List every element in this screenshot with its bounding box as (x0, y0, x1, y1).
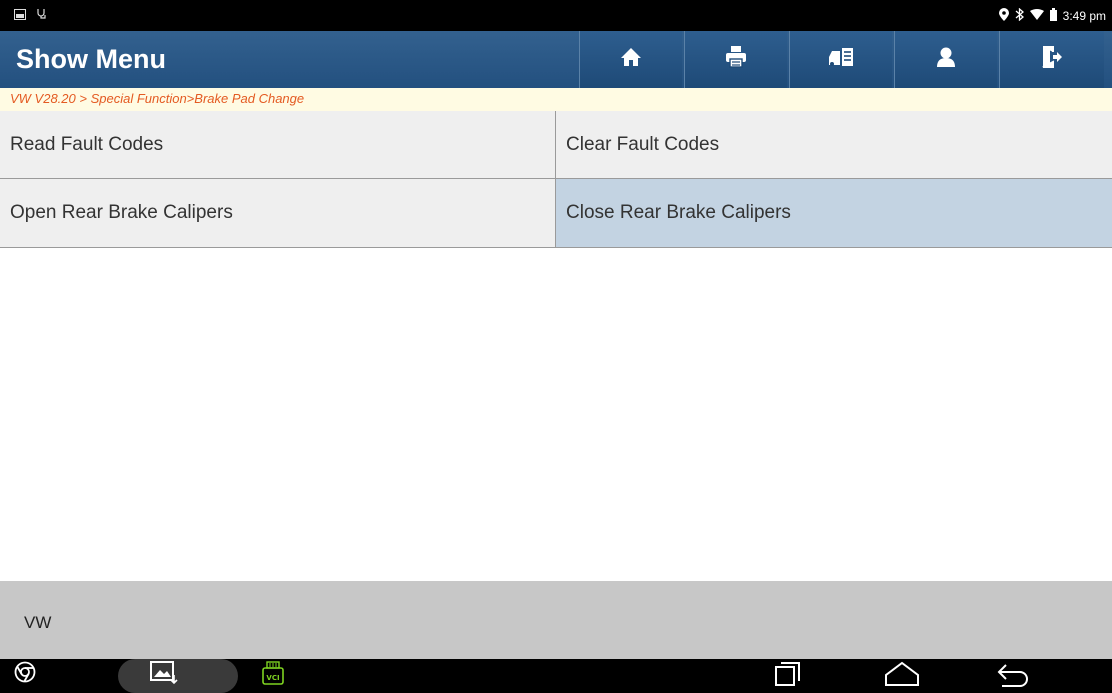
vehicle-name: VW (24, 613, 52, 632)
breadcrumb: VW V28.20 > Special Function>Brake Pad C… (0, 88, 1112, 111)
status-bar: 3:49 pm (0, 0, 1112, 31)
exit-icon (1042, 46, 1062, 73)
function-menu: Read Fault Codes Clear Fault Codes Open … (0, 111, 1112, 248)
menu-item-label: Read Fault Codes (10, 133, 164, 155)
print-icon (726, 46, 746, 73)
back-icon (996, 661, 1030, 692)
menu-item-label: Close Rear Brake Calipers (566, 202, 791, 223)
menu-item-open-rear-brake-calipers[interactable]: Open Rear Brake Calipers (0, 179, 556, 247)
menu-item-clear-fault-codes[interactable]: Clear Fault Codes (556, 111, 1112, 178)
gallery-icon (150, 661, 178, 690)
stethoscope-icon (36, 7, 48, 25)
wifi-icon (1029, 8, 1044, 24)
menu-item-label: Open Rear Brake Calipers (10, 202, 233, 223)
exit-button[interactable] (999, 31, 1104, 88)
vci-icon: VCI (262, 661, 284, 690)
menu-row: Open Rear Brake Calipers Close Rear Brak… (0, 179, 1112, 248)
home-nav-button[interactable] (884, 661, 920, 692)
menu-item-label: Clear Fault Codes (566, 133, 720, 155)
menu-item-read-fault-codes[interactable]: Read Fault Codes (0, 111, 556, 178)
recent-apps-button[interactable] (775, 661, 801, 692)
header: Show Menu (0, 31, 1112, 88)
home-icon (620, 47, 642, 72)
print-button[interactable] (684, 31, 787, 88)
report-button[interactable] (789, 31, 892, 88)
page-title: Show Menu (16, 44, 166, 74)
image-icon (14, 7, 26, 25)
car-report-icon (828, 47, 854, 72)
user-button[interactable] (894, 31, 997, 88)
chrome-icon (14, 661, 36, 688)
location-icon (998, 8, 1009, 24)
home-nav-icon (884, 661, 920, 692)
chrome-button[interactable] (14, 661, 36, 688)
vci-button[interactable]: VCI (262, 661, 284, 690)
bluetooth-icon (1015, 7, 1024, 24)
clock-time: 3:49 pm (1062, 9, 1106, 23)
home-button[interactable] (579, 31, 682, 88)
recent-apps-icon (775, 661, 801, 692)
toolbar (579, 31, 1104, 88)
battery-icon (1049, 8, 1057, 24)
gallery-pill[interactable] (118, 659, 238, 693)
menu-item-close-rear-brake-calipers[interactable]: Close Rear Brake Calipers (556, 179, 1112, 247)
user-icon (937, 47, 955, 72)
navigation-bar: VCI (0, 659, 1112, 693)
vci-label: VCI (266, 674, 279, 682)
back-button[interactable] (996, 661, 1030, 692)
menu-row: Read Fault Codes Clear Fault Codes (0, 111, 1112, 179)
gallery-button[interactable] (150, 661, 178, 690)
vehicle-info-bar: VW (0, 581, 1112, 659)
